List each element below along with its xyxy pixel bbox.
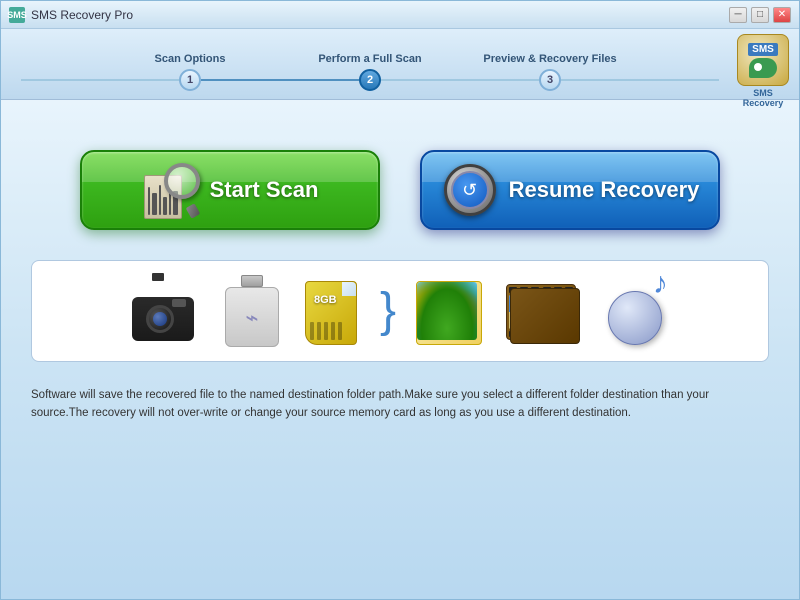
step-3-wrapper: Preview & Recovery Files 3: [539, 69, 561, 91]
step-2-label: Perform a Full Scan: [318, 53, 421, 65]
step-1-wrapper: Scan Options 1: [179, 69, 201, 91]
maximize-button[interactable]: □: [751, 7, 769, 23]
app-icon: SMS: [9, 7, 25, 23]
clock-inner: ↺: [451, 171, 489, 209]
steps-track: Scan Options 1 Perform a Full Scan 2 Pre…: [21, 69, 719, 91]
logo-sms-text: SMS: [748, 43, 778, 56]
close-button[interactable]: ✕: [773, 7, 791, 23]
icons-strip: ⌁ 8GB }: [31, 260, 769, 362]
app-title: SMS Recovery Pro: [31, 8, 729, 22]
step-line-1-2: [201, 79, 359, 81]
start-scan-label: Start Scan: [210, 177, 319, 203]
sd-card-icon: 8GB: [302, 277, 360, 345]
step-line-2-3: [381, 79, 539, 81]
film-strip-shadow: [510, 288, 580, 344]
camera-flash: [172, 299, 186, 307]
step-3-dot: 3: [539, 69, 561, 91]
start-scan-button[interactable]: Start Scan: [80, 150, 380, 230]
usb-symbol: ⌁: [240, 306, 264, 330]
clock-arrow: ↺: [462, 180, 477, 201]
step-1-label: Scan Options: [155, 53, 226, 65]
sd-stripes: [310, 322, 342, 340]
camera-viewfinder: [152, 273, 164, 281]
film-icon: [506, 278, 582, 344]
step-line-after-3: [561, 79, 719, 81]
sd-stripe: [324, 322, 328, 340]
photo-bg: [416, 281, 482, 345]
logo-bubble: [749, 58, 777, 78]
camera-icon: [132, 281, 202, 341]
sd-stripe: [317, 322, 321, 340]
sd-label: 8GB: [314, 294, 337, 306]
logo-area: SMS SMSRecovery: [737, 34, 789, 108]
photo-icon: [416, 277, 486, 345]
music-note: ♪: [653, 267, 668, 301]
resume-icon: ↺: [441, 161, 499, 219]
sd-stripe: [331, 322, 335, 340]
action-buttons-row: Start Scan ↺ Resume Recovery: [31, 150, 769, 230]
window-controls: ─ □ ✕: [729, 7, 791, 23]
brace-icon: }: [380, 287, 396, 335]
step-3-label: Preview & Recovery Files: [483, 53, 616, 65]
sd-card-body: 8GB: [305, 281, 357, 345]
scan-icon: [142, 161, 200, 219]
sd-stripe: [338, 322, 342, 340]
usb-body: ⌁: [225, 287, 279, 347]
step-1-dot: 1: [179, 69, 201, 91]
disclaimer-text: Software will save the recovered file to…: [31, 386, 769, 423]
step-2-wrapper: Perform a Full Scan 2: [359, 69, 381, 91]
resume-recovery-button[interactable]: ↺ Resume Recovery: [420, 150, 720, 230]
usb-drive-icon: ⌁: [222, 275, 282, 347]
camera-body: [132, 297, 194, 341]
titlebar: SMS SMS Recovery Pro ─ □ ✕: [1, 1, 799, 29]
sd-stripe: [310, 322, 314, 340]
progress-header: Scan Options 1 Perform a Full Scan 2 Pre…: [1, 29, 799, 100]
clock-outer: ↺: [444, 164, 496, 216]
photo-flower: [417, 282, 477, 340]
sd-notch: [342, 282, 356, 296]
logo-label: SMSRecovery: [743, 88, 784, 108]
step-line-before-1: [21, 79, 179, 81]
step-2-dot: 2: [359, 69, 381, 91]
usb-connector: [241, 275, 263, 287]
music-icon: ♪: [602, 277, 668, 345]
resume-recovery-label: Resume Recovery: [509, 177, 700, 203]
minimize-button[interactable]: ─: [729, 7, 747, 23]
main-content: Start Scan ↺ Resume Recovery: [1, 100, 799, 599]
logo-badge: SMS: [737, 34, 789, 86]
camera-lens: [146, 305, 174, 333]
